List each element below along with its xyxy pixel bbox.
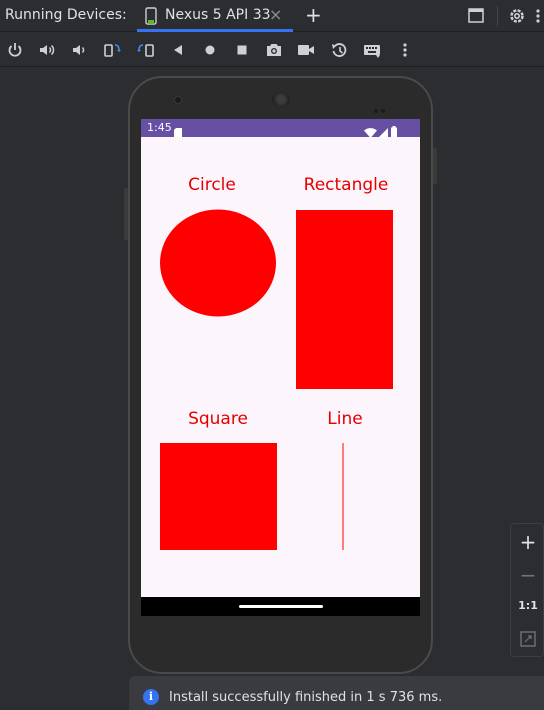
phone-volume-button [124,188,128,240]
phone-device-icon [145,7,157,25]
running-devices-window: { "tabbar": { "title": "Running Devices:… [0,0,544,710]
more-actions-icon[interactable] [396,41,414,59]
active-tab-indicator [137,29,293,32]
device-tab[interactable]: Nexus 5 API 33 × [137,0,293,32]
phone-power-button [433,148,437,184]
home-icon[interactable] [201,41,219,59]
screen-record-icon[interactable] [297,41,315,59]
close-tab-icon[interactable]: × [269,6,282,24]
circle-shape [160,209,276,317]
square-shape [160,443,277,550]
overview-icon[interactable] [233,41,251,59]
snapshot-icon[interactable] [331,41,349,59]
add-device-icon[interactable]: + [305,4,322,26]
install-notification[interactable]: i Install successfully finished in 1 s 7… [129,676,544,710]
notification-message: Install successfully finished in 1 s 736… [169,690,443,705]
gear-icon[interactable] [508,7,526,25]
volume-up-icon[interactable] [38,41,56,59]
tool-window-title: Running Devices: [5,7,127,23]
device-tab-label: Nexus 5 API 33 [165,7,271,23]
rotate-left-icon[interactable] [103,41,121,59]
screenshot-icon[interactable] [265,41,283,59]
info-icon: i [143,689,159,705]
rotate-right-icon[interactable] [137,41,155,59]
back-icon[interactable] [170,41,188,59]
zoom-controls: + − 1:1 [510,523,544,657]
tool-window-header: Running Devices: Nexus 5 API 33 × + [0,0,544,32]
volume-down-icon[interactable] [70,41,88,59]
options-more-icon[interactable] [535,7,541,25]
android-navigation-bar [141,597,420,616]
window-layout-icon[interactable] [468,8,484,23]
proximity-sensors [374,98,390,113]
zoom-out-button[interactable]: − [511,560,544,590]
power-icon[interactable] [6,41,24,59]
actual-size-button[interactable]: 1:1 [511,591,544,621]
device-screen[interactable]: 1:45 Circle Rectangle Square Line [141,119,420,616]
rectangle-shape [296,210,393,389]
fit-screen-icon[interactable] [511,624,544,654]
emulator-toolbar [0,33,544,67]
header-separator [497,6,498,26]
shapes-canvas [160,209,393,550]
front-camera [174,96,182,104]
gesture-home-handle[interactable] [239,605,323,608]
earpiece-speaker [272,92,290,107]
keyboard-icon[interactable] [363,41,381,59]
zoom-in-button[interactable]: + [511,527,544,557]
